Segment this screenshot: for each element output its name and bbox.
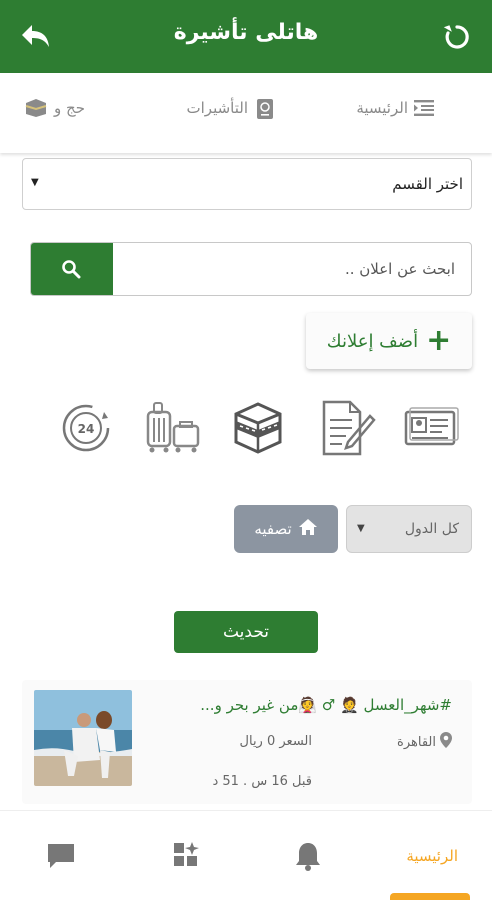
kaaba-service-icon[interactable] bbox=[228, 398, 288, 458]
listing-card[interactable]: #شهر_العسل 🤵 ♂ 👰من غير بحر و... القاهرة … bbox=[22, 680, 472, 804]
country-select-value: كل الدول bbox=[404, 521, 459, 537]
notifications-icon[interactable] bbox=[294, 841, 322, 875]
plus-icon: + bbox=[426, 323, 452, 358]
category-hajj[interactable]: حج و bbox=[25, 93, 85, 123]
kaaba-icon bbox=[25, 99, 48, 117]
search-button[interactable] bbox=[31, 243, 113, 295]
app-title: هاتلى تأشيرة bbox=[173, 20, 319, 45]
refresh-icon[interactable] bbox=[442, 22, 472, 52]
luggage-service-icon[interactable] bbox=[142, 398, 202, 458]
listing-location: القاهرة bbox=[397, 732, 452, 752]
category-home[interactable]: الرئيسية bbox=[356, 93, 434, 123]
24h-service-icon[interactable]: 24 bbox=[56, 398, 116, 458]
passport-icon bbox=[254, 99, 274, 119]
country-select[interactable]: كل الدول ▼ bbox=[346, 505, 472, 553]
svg-text:24: 24 bbox=[78, 422, 95, 436]
category-label: حج و bbox=[54, 99, 85, 117]
search-icon bbox=[62, 260, 81, 279]
filter-label: تصفيه bbox=[254, 520, 292, 538]
listing-title: #شهر_العسل 🤵 ♂ 👰من غير بحر و... bbox=[200, 696, 452, 714]
categories-grid-icon[interactable] bbox=[172, 841, 200, 873]
section-select[interactable]: اختر القسم ▼ bbox=[22, 158, 472, 210]
category-visas[interactable]: التأشيرات bbox=[187, 93, 275, 123]
bottom-navigation: الرئيسية bbox=[0, 810, 492, 900]
chat-icon[interactable] bbox=[46, 841, 76, 875]
id-card-service-icon[interactable] bbox=[402, 398, 462, 458]
add-ad-button[interactable]: + أضف إعلانك bbox=[306, 313, 472, 369]
category-label: التأشيرات bbox=[186, 99, 249, 117]
dropdown-arrow-icon: ▼ bbox=[31, 177, 39, 188]
list-icon bbox=[414, 99, 434, 117]
listing-time: قبل 16 س . 51 د bbox=[212, 774, 312, 789]
home-icon bbox=[298, 518, 318, 540]
category-label: الرئيسية bbox=[356, 99, 408, 117]
active-tab-indicator bbox=[390, 893, 470, 900]
search-bar bbox=[30, 242, 472, 296]
add-ad-label: أضف إعلانك bbox=[326, 330, 419, 352]
dropdown-arrow-icon: ▼ bbox=[357, 523, 365, 534]
listing-location-text: القاهرة bbox=[397, 734, 436, 750]
refresh-button[interactable]: تحديث bbox=[174, 611, 318, 653]
document-edit-service-icon[interactable] bbox=[316, 398, 376, 458]
search-input[interactable] bbox=[113, 243, 471, 295]
app-header: هاتلى تأشيرة bbox=[0, 0, 492, 73]
category-bar: الرئيسية التأشيرات حج و bbox=[0, 73, 492, 153]
section-select-value: اختر القسم bbox=[392, 175, 463, 193]
filter-button[interactable]: تصفيه bbox=[234, 505, 338, 553]
nav-home[interactable]: الرئيسية bbox=[406, 847, 458, 865]
listing-price: السعر 0 ريال bbox=[239, 734, 312, 749]
listing-thumbnail bbox=[34, 690, 132, 786]
location-pin-icon bbox=[440, 732, 452, 752]
